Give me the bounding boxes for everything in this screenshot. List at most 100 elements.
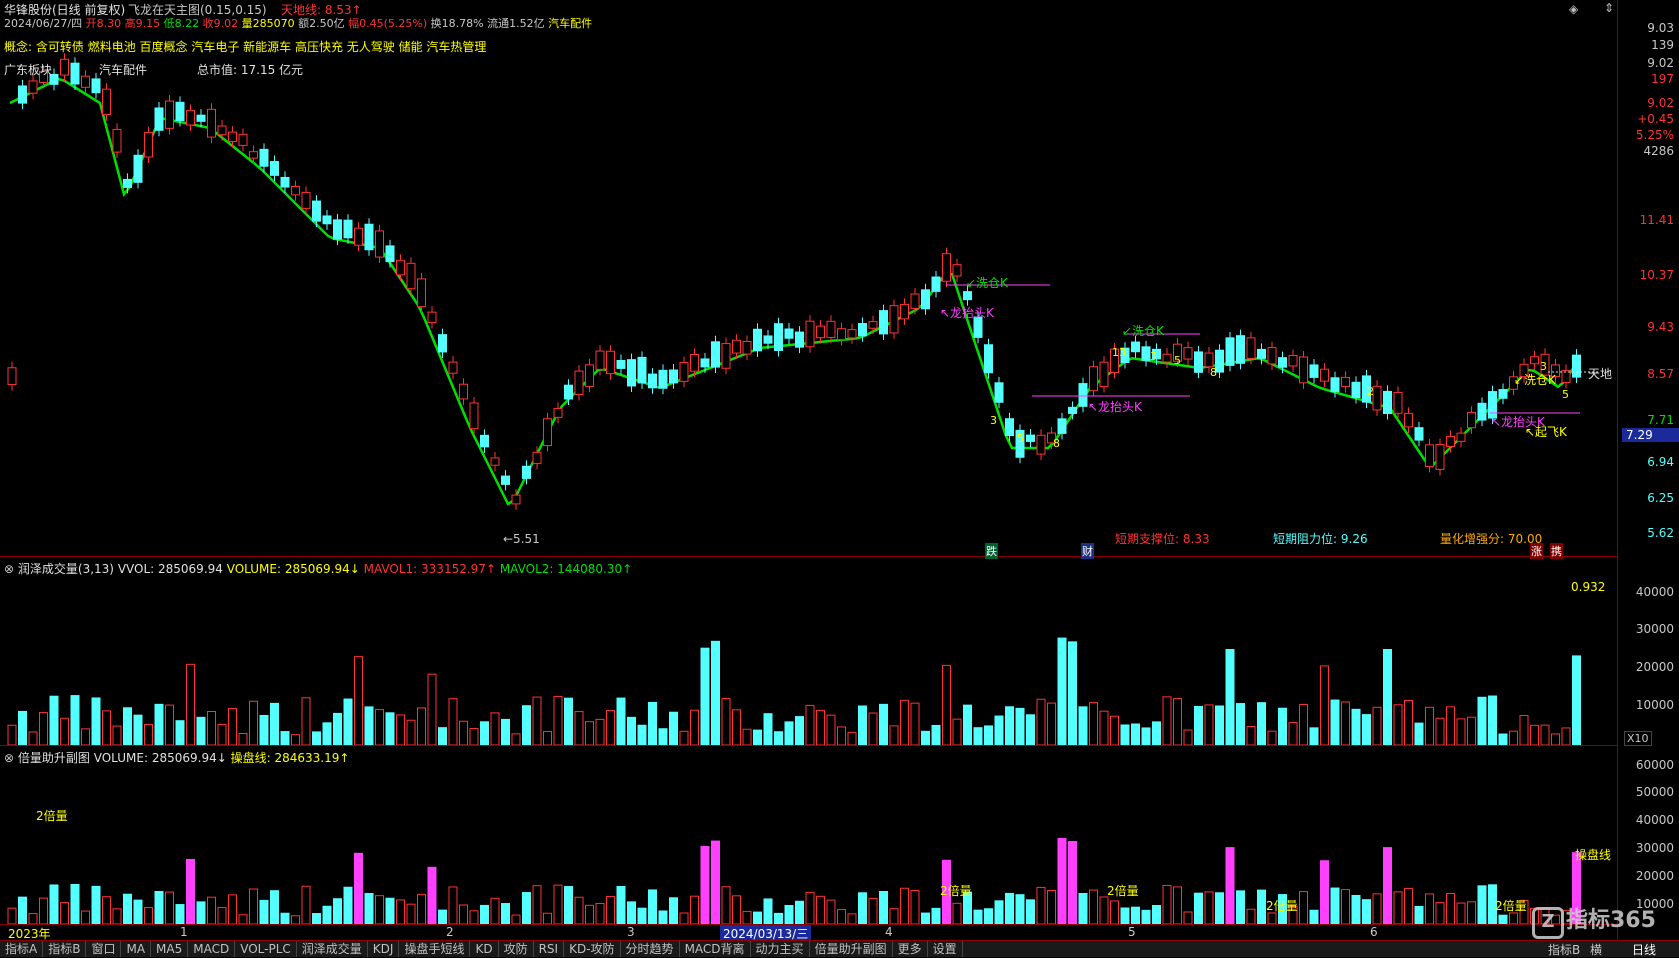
candle-body [7,367,17,386]
bei-volume-bar [1120,907,1130,925]
tab-10[interactable]: KD [470,941,499,957]
collapse-icon[interactable]: ⇕ [1604,1,1614,15]
bei-volume-bar [186,858,195,925]
volume-bar [144,723,153,746]
tab-7[interactable]: 润泽成交量 [297,941,368,957]
bei-volume-bar [343,886,353,925]
candle-body [784,328,794,339]
chart-stage[interactable] [0,0,1679,956]
vol-title[interactable]: 润泽成交量(3,13) [18,562,114,576]
concepts-list[interactable]: 含可转债 燃料电池 百度概念 汽车电子 新能源车 高压快充 无人驾驶 储能 汽车… [36,40,487,54]
bei-volume-bar [91,885,101,925]
tab-15[interactable]: MACD背离 [680,941,751,957]
quote-sector[interactable]: 汽车配件 [548,17,592,30]
volume-bar [406,719,416,746]
volume-bar [1309,727,1319,746]
tab-0[interactable]: 指标A [0,941,44,957]
volume-bar [501,718,510,746]
candle-body [1393,391,1403,414]
tab-18[interactable]: 更多 [893,941,928,957]
tab-5[interactable]: MACD [188,941,236,957]
bei-volume-bar [1152,905,1161,925]
candle-body [1425,444,1434,467]
volume-bar [1057,637,1067,746]
candle-body [196,114,206,122]
period-selector[interactable]: 日线 [1632,941,1656,958]
candle-body [301,191,311,209]
tab-12[interactable]: RSI [534,941,565,957]
volume-bar [879,703,888,746]
bei-volume-bar [133,899,143,925]
panel-divider-1[interactable] [0,556,1617,557]
candle-body [1246,337,1256,359]
candlestick-chart[interactable] [0,0,1617,940]
tab-3[interactable]: MA [121,941,152,957]
bei-volume-bar [1435,902,1445,925]
longtai-label-2: ↖龙抬头K [1088,400,1142,414]
candle-body [826,320,836,338]
bei-volume-bar [595,903,605,925]
bei-volume-bar [868,897,878,925]
candle-body [511,494,521,505]
candle-body [1236,335,1245,364]
vol-unit[interactable]: X10 [1624,731,1652,746]
market-cap-value: 17.15 亿元 [240,63,304,77]
tab-4[interactable]: MA5 [151,941,189,957]
tab-2[interactable]: 窗口 [86,941,122,957]
bei-volume-bar [427,866,437,925]
tab-14[interactable]: 分时趋势 [621,941,680,957]
bei-volume-bar [648,889,657,925]
region-label[interactable]: 广东板块 [4,61,52,78]
volume-bar [417,707,426,746]
industry-label[interactable]: 汽车配件 [99,61,147,78]
qifei-label: ↖起飞K [1525,425,1567,439]
volume-bar [1404,700,1413,746]
volume-bar [1320,665,1329,746]
volume-bar [396,714,405,746]
tab-8[interactable]: KDJ [368,941,400,957]
current-price-tag: 7.29 [1622,428,1679,442]
bei-volume-bar [375,895,384,925]
tab-19[interactable]: 设置 [928,941,963,957]
tab-right-a[interactable]: 指标B [1548,941,1580,958]
tab-17[interactable]: 倍量助升副图 [810,941,893,957]
volume-bar [690,709,699,746]
panel-divider-2[interactable] [0,745,1617,746]
candle-body [312,200,321,222]
bei-close-icon[interactable]: ⊗ [4,751,14,765]
candle-body [1299,356,1308,384]
bei-volume-bar [900,887,909,925]
bei-tick-3: 40000 [1635,813,1674,827]
vol-tick-1: 40000 [1635,585,1674,599]
volume-bar [952,718,962,746]
volume-bar [1425,706,1434,746]
tab-right-b[interactable]: 横 [1590,941,1602,958]
tab-6[interactable]: VOL-PLC [235,941,297,957]
tab-16[interactable]: 动力主买 [751,941,810,957]
volume-bar [1519,714,1529,746]
tab-1[interactable]: 指标B [43,941,87,957]
volume-bar [28,731,38,746]
volume-bar [1267,730,1277,746]
bei-title[interactable]: 倍量助升副图 [18,751,90,765]
vol-close-icon[interactable]: ⊗ [4,562,14,576]
candle-body [1141,346,1151,361]
quote-float: 流通1.52亿 [487,17,545,30]
bei-volume-bar [700,846,710,925]
candle-body [480,434,489,448]
bei-volume-bar [1320,860,1329,925]
bei-volume-bar [354,852,363,925]
count-8a: 8 [1210,366,1217,379]
bei-tick-5: 20000 [1635,869,1674,883]
quote-volume: 量285070 [241,17,295,30]
candle-body [858,323,867,337]
tab-11[interactable]: 攻防 [499,941,534,957]
volume-bar [973,727,983,746]
tab-9[interactable]: 操盘手短线 [399,941,471,957]
window-menu-icon[interactable]: ◈ [1569,2,1578,16]
candle-body [1099,361,1109,388]
tab-13[interactable]: KD-攻防 [564,941,621,957]
candle-body [648,373,657,389]
candle-body [165,100,174,129]
candle-body [154,107,164,131]
